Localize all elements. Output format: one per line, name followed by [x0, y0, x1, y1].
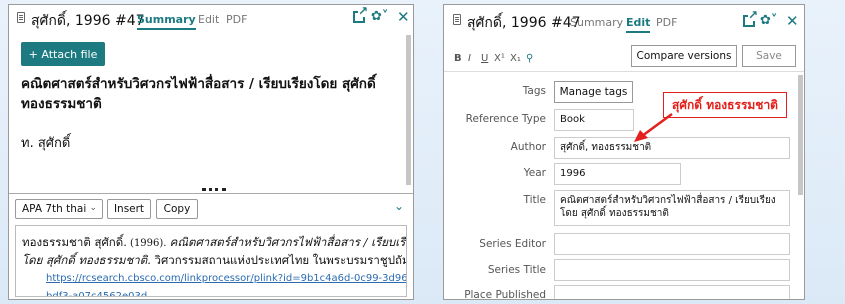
reference-title: สุศักดิ์, 1996 #47: [31, 13, 145, 29]
place-published-label: Place Published: [464, 289, 546, 300]
divider: [9, 193, 413, 194]
clipped-text: [202, 188, 226, 192]
citation-style-select[interactable]: APA 7th thai ⌄: [15, 199, 103, 219]
search-icon[interactable]: ⚲: [526, 53, 533, 64]
tab-summary[interactable]: Summary: [137, 13, 196, 30]
year-label: Year: [523, 167, 546, 179]
tab-pdf[interactable]: PDF: [656, 16, 677, 29]
open-external-icon[interactable]: [743, 9, 758, 27]
reference-type-field[interactable]: Book: [554, 109, 634, 131]
tab-edit[interactable]: Edit: [198, 13, 219, 26]
underline-button[interactable]: U: [481, 53, 488, 64]
summary-panel: สุศักดิ์, 1996 #47 Summary Edit PDF ✿˅ ✕…: [8, 4, 414, 300]
gear-dropdown-icon[interactable]: ✿˅: [371, 9, 388, 24]
gear-dropdown-icon[interactable]: ✿˅: [760, 13, 777, 28]
reference-type-label: Reference Type: [465, 113, 546, 125]
toolbar-divider: [444, 71, 804, 72]
citation-year: (1996).: [126, 238, 170, 249]
tab-pdf[interactable]: PDF: [226, 13, 247, 26]
copy-button[interactable]: Copy: [156, 199, 198, 219]
open-external-icon[interactable]: [353, 5, 368, 23]
tags-label: Tags: [522, 85, 546, 97]
insert-button[interactable]: Insert: [107, 199, 151, 219]
series-title-label: Series Title: [487, 264, 546, 276]
scrollbar[interactable]: [406, 35, 411, 185]
citation-publisher: . วิศวกรรมสถานแห่งประเทศไทย ในพระบรมราชู…: [147, 253, 407, 267]
tab-edit[interactable]: Edit: [626, 16, 651, 33]
compare-versions-button[interactable]: Compare versions: [631, 45, 737, 67]
bold-button[interactable]: B: [454, 53, 462, 64]
scrollbar[interactable]: [798, 75, 803, 195]
subscript-button[interactable]: X₁: [510, 53, 521, 64]
save-button[interactable]: Save: [742, 45, 796, 67]
annotation-arrow: [634, 112, 673, 142]
document-icon: [453, 14, 461, 25]
citation-text: ทองธรรมชาติ สุศักดิ์. (1996). คณิตศาสตร์…: [22, 234, 407, 296]
collapse-chevron-icon[interactable]: ⌄: [394, 199, 404, 213]
superscript-button[interactable]: X¹: [494, 53, 505, 64]
manage-tags-button[interactable]: Manage tags: [554, 81, 633, 103]
italic-button[interactable]: I: [468, 53, 471, 64]
chevron-down-icon: ⌄: [89, 203, 97, 213]
author-label: Author: [510, 141, 546, 153]
series-editor-label: Series Editor: [479, 238, 546, 250]
citation-link[interactable]: https://rcsearch.cbsco.com/linkprocessor…: [46, 273, 406, 296]
year-field[interactable]: 1996: [554, 163, 681, 185]
series-title-field[interactable]: [554, 259, 790, 281]
close-icon[interactable]: ✕: [786, 12, 799, 30]
close-icon[interactable]: ✕: [397, 8, 410, 26]
panel-header: สุศักดิ์, 1996 #47 Summary Edit PDF ✿˅ ✕: [9, 5, 413, 31]
panel-header: สุศักดิ์, 1996 #47 Summary Edit PDF ✿˅ ✕: [444, 5, 804, 33]
reference-title: สุศักดิ์, 1996 #47: [467, 15, 581, 31]
citation-preview: ทองธรรมชาติ สุศักดิ์. (1996). คณิตศาสตร์…: [15, 225, 407, 297]
title-label: Title: [523, 194, 546, 206]
place-published-field[interactable]: [554, 285, 790, 299]
document-icon: [17, 12, 25, 23]
item-author: ท. สุศักดิ์: [21, 136, 71, 151]
annotation-callout: สุศักดิ์ ทองธรรมชาติ: [663, 92, 787, 118]
attach-file-button[interactable]: + Attach file: [21, 42, 105, 66]
item-title: คณิตศาสตร์สำหรับวิศวกรไฟฟ้าสื่อสาร / เรี…: [21, 76, 376, 112]
series-editor-field[interactable]: [554, 233, 790, 255]
title-field[interactable]: คณิตศาสตร์สำหรับวิศวกรไฟฟ้าสื่อสาร / เรี…: [554, 190, 790, 226]
citation-style-value: APA 7th thai: [22, 203, 87, 215]
citation-authors: ทองธรรมชาติ สุศักดิ์.: [22, 235, 127, 249]
tab-summary[interactable]: Summary: [570, 16, 623, 29]
edit-panel: สุศักดิ์, 1996 #47 Summary Edit PDF ✿˅ ✕…: [443, 4, 805, 300]
